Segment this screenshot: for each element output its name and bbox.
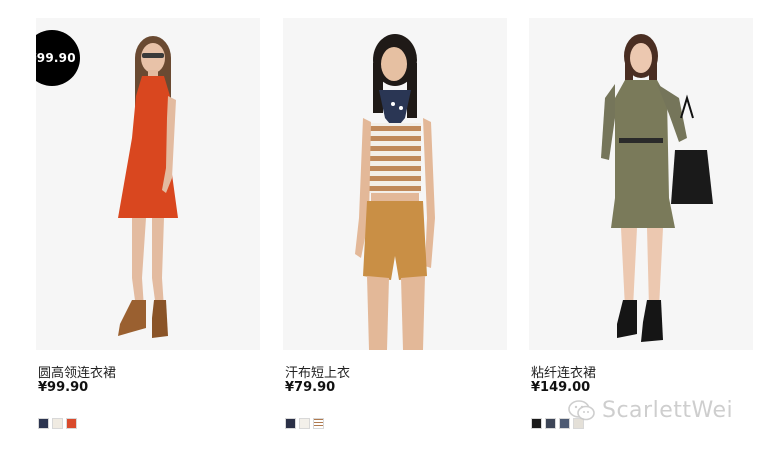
color-swatch-cream[interactable] [52, 418, 63, 429]
product-image[interactable] [283, 18, 507, 350]
color-swatches [38, 418, 77, 429]
product-price: ¥99.90 [38, 380, 89, 395]
color-swatch-black[interactable] [531, 418, 542, 429]
product-card[interactable]: 粘纤连衣裙 ¥149.00 [529, 18, 753, 448]
color-swatches [285, 418, 324, 429]
color-swatch-white[interactable] [299, 418, 310, 429]
product-image[interactable] [529, 18, 753, 350]
color-swatch-red[interactable] [66, 418, 77, 429]
product-price: ¥149.00 [531, 380, 591, 395]
product-price: ¥79.90 [285, 380, 336, 395]
color-swatch-navy[interactable] [285, 418, 296, 429]
product-image[interactable]: ¥99.90 [36, 18, 260, 350]
wechat-icon [568, 399, 595, 420]
product-grid: ¥99.90 圆高领连衣裙 ¥99.90 [0, 0, 772, 452]
color-swatch-navy[interactable] [38, 418, 49, 429]
product-card[interactable]: 汗布短上衣 ¥79.90 [283, 18, 507, 448]
watermark: ScarlettWei [568, 398, 733, 423]
product-card[interactable]: ¥99.90 圆高领连衣裙 ¥99.90 [36, 18, 260, 448]
watermark-text: ScarlettWei [602, 398, 734, 423]
product-name[interactable]: 圆高领连衣裙 [38, 362, 116, 381]
color-swatch-stripe[interactable] [313, 418, 324, 429]
product-name[interactable]: 粘纤连衣裙 [531, 362, 596, 381]
product-name[interactable]: 汗布短上衣 [285, 362, 350, 381]
color-swatch-charcoal[interactable] [545, 418, 556, 429]
